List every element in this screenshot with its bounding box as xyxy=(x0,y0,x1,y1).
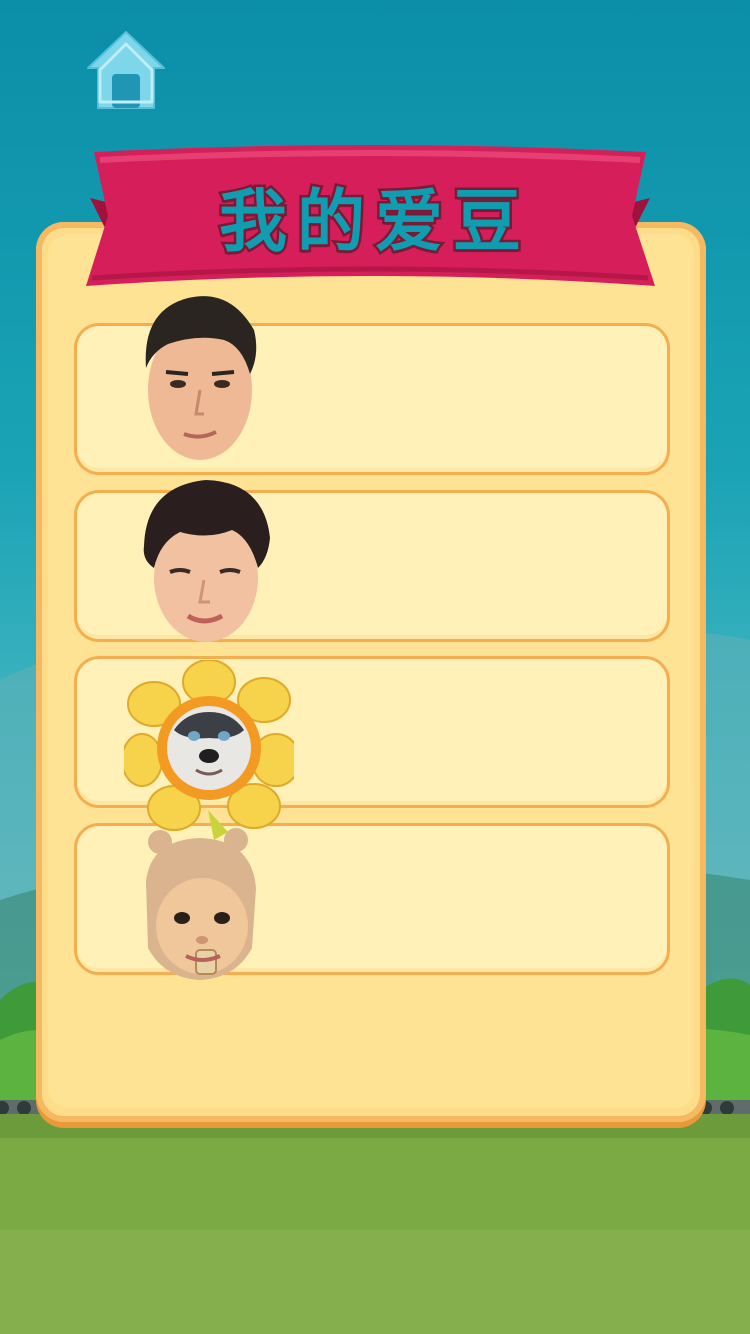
home-icon xyxy=(87,31,165,109)
home-button[interactable] xyxy=(82,26,170,114)
husky-sunflower-avatar xyxy=(124,660,294,840)
game-screen: { "title": "我的爱豆", "home_button": { "ico… xyxy=(0,0,750,1334)
male-face-1-avatar xyxy=(145,296,257,460)
baby-bear-hat-avatar xyxy=(146,828,256,980)
male-face-2-avatar xyxy=(143,480,270,642)
page-title: 我的爱豆 xyxy=(216,181,531,265)
